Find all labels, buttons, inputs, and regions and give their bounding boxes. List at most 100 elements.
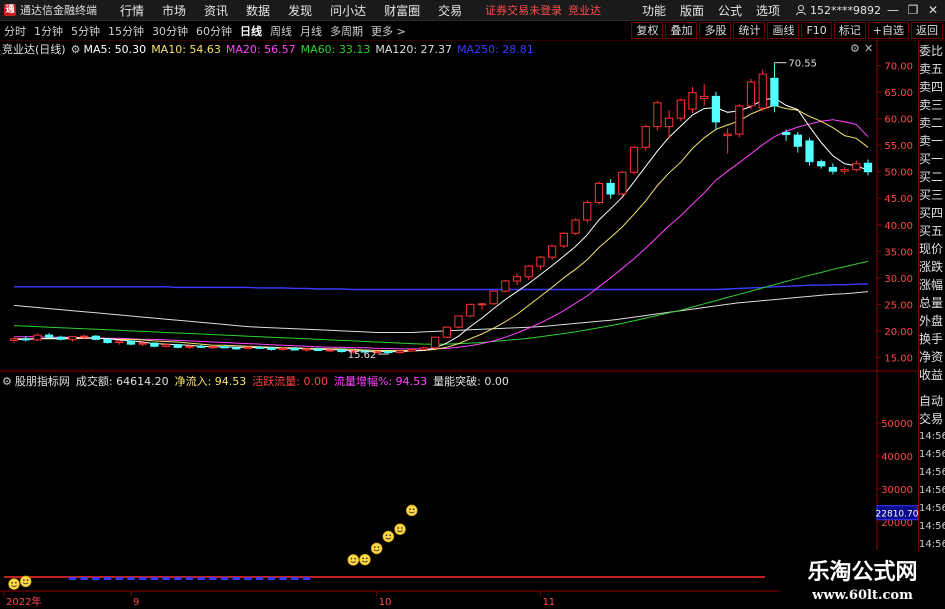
ma10-value: MA10: 54.63: [151, 42, 221, 56]
maximize-button[interactable]: ❐: [905, 3, 921, 17]
tool-statistics[interactable]: 统计: [733, 22, 766, 39]
high-price-label: 70.55: [788, 59, 817, 70]
smiley-eye: [385, 534, 388, 537]
menu-data[interactable]: 数据: [237, 2, 279, 19]
tab-1min[interactable]: 1分钟: [30, 23, 67, 39]
candle-down: [863, 162, 873, 173]
menu-discover[interactable]: 发现: [279, 2, 321, 19]
menu-trade[interactable]: 交易: [429, 2, 471, 19]
notice-stock-name[interactable]: 竞业达: [568, 2, 601, 18]
menu-options[interactable]: 选项: [749, 2, 787, 19]
quote-field: 涨幅: [919, 278, 944, 292]
indicator-marks: [4, 504, 765, 590]
candle-up: [68, 336, 77, 340]
tab-15min[interactable]: 15分钟: [104, 23, 148, 39]
quote-field: 买二: [919, 170, 944, 184]
menu-market[interactable]: 市场: [153, 2, 195, 19]
candle-down: [290, 347, 299, 351]
candle-up: [407, 348, 416, 352]
menu-layout[interactable]: 版面: [673, 2, 711, 19]
low-price-label: 15.62: [348, 350, 377, 361]
menu-formula[interactable]: 公式: [711, 2, 749, 19]
indicator-flow-growth: 流量增幅%: 94.53: [333, 375, 428, 388]
smiley-eye: [412, 508, 415, 510]
tab-more[interactable]: 更多 >: [367, 23, 410, 39]
trade-detail-label[interactable]: 交易: [919, 410, 945, 428]
tab-intraday[interactable]: 分时: [0, 23, 30, 39]
smiley-eye: [374, 546, 376, 548]
tool-mark[interactable]: 标记: [833, 22, 866, 39]
menu-news[interactable]: 资讯: [195, 2, 237, 19]
tool-adjust[interactable]: 复权: [631, 22, 664, 39]
candle-up: [571, 219, 580, 234]
minimize-button[interactable]: —: [885, 3, 901, 17]
close-button[interactable]: ✕: [925, 3, 941, 17]
tab-monthly[interactable]: 月线: [296, 23, 326, 39]
settings-gear-icon[interactable]: ⚙: [71, 43, 81, 56]
ma60-value: MA60: 33.13: [300, 42, 371, 56]
candle-up: [758, 73, 767, 109]
quote-field: 卖二: [919, 116, 944, 130]
flow-bar: [103, 577, 112, 580]
menu-function[interactable]: 功能: [635, 2, 673, 19]
candle-up: [302, 348, 311, 351]
candle-up: [618, 171, 627, 195]
candle-up: [594, 182, 604, 203]
ma120-line: [13, 291, 869, 333]
tab-multi-period[interactable]: 多周期: [326, 23, 367, 39]
user-icon: [796, 5, 806, 16]
indicator-gear-icon[interactable]: ⚙: [2, 375, 12, 388]
menu-quotes[interactable]: 行情: [111, 2, 153, 19]
tab-weekly[interactable]: 周线: [266, 23, 296, 39]
ma10-line: [14, 104, 869, 351]
tab-30min[interactable]: 30分钟: [148, 23, 192, 39]
quote-field: 买一: [919, 152, 944, 166]
indicator-volume: 成交额: 64614.20: [75, 375, 169, 388]
auto-refresh-label[interactable]: 自动: [919, 392, 945, 410]
trade-login-notice[interactable]: 证券交易未登录: [485, 2, 562, 18]
tab-60min[interactable]: 60分钟: [192, 23, 236, 39]
smiley-eye: [23, 579, 25, 581]
ma250-line: [14, 283, 869, 291]
menu-ask[interactable]: 问小达: [321, 2, 375, 19]
flow-bar: [162, 577, 170, 580]
tool-overlay[interactable]: 叠加: [665, 22, 698, 39]
chart-options-icon[interactable]: ⚙: [850, 42, 860, 55]
candle-up: [641, 126, 650, 148]
tool-back[interactable]: 返回: [911, 22, 943, 39]
kline-chart[interactable]: 70.00 65.00 60.00 55.00 50.00 45.00 40.00 35.00…: [0, 40, 918, 609]
user-account[interactable]: 152****9892: [795, 4, 881, 17]
candle-up: [501, 280, 510, 292]
tool-add-watchlist[interactable]: +自选: [867, 22, 909, 39]
smiley-face: [347, 554, 360, 566]
tool-multi-stock[interactable]: 多股: [699, 22, 732, 39]
smiley-icon: [19, 575, 32, 588]
flow-bar: [92, 577, 100, 580]
candle-down: [770, 77, 779, 107]
candle-up: [664, 117, 674, 128]
chart-close-icon[interactable]: ✕: [864, 42, 873, 55]
ma120-value: MA120: 27.37: [375, 42, 453, 56]
date-tick-label: 11: [542, 597, 555, 608]
tool-f10[interactable]: F10: [801, 22, 832, 39]
smiley-face: [19, 575, 32, 588]
ma20-value: MA20: 56.57: [225, 42, 296, 56]
tab-5min[interactable]: 5分钟: [67, 23, 104, 39]
indicator-tick-label: 30000: [881, 485, 913, 496]
menu-wealth[interactable]: 财富圈: [375, 2, 429, 19]
flow-bar: [197, 577, 205, 580]
date-tick-label: 2022年: [6, 595, 41, 608]
app-title: 通达信金融终端: [20, 4, 97, 17]
tab-daily[interactable]: 日线: [236, 23, 266, 39]
flow-bar: [68, 577, 77, 580]
indicator-active-flow: 活跃流量: 0.00: [252, 375, 328, 388]
candle-down: [44, 334, 54, 338]
flow-bar: [174, 577, 182, 580]
quote-field: 净资: [919, 350, 944, 364]
flow-bar: [291, 577, 299, 580]
candle-up: [161, 344, 171, 347]
tool-draw-line[interactable]: 画线: [767, 22, 800, 39]
quote-field: 外盘: [919, 314, 944, 328]
candle-down: [314, 348, 323, 351]
trade-time: 14:56: [919, 449, 945, 460]
